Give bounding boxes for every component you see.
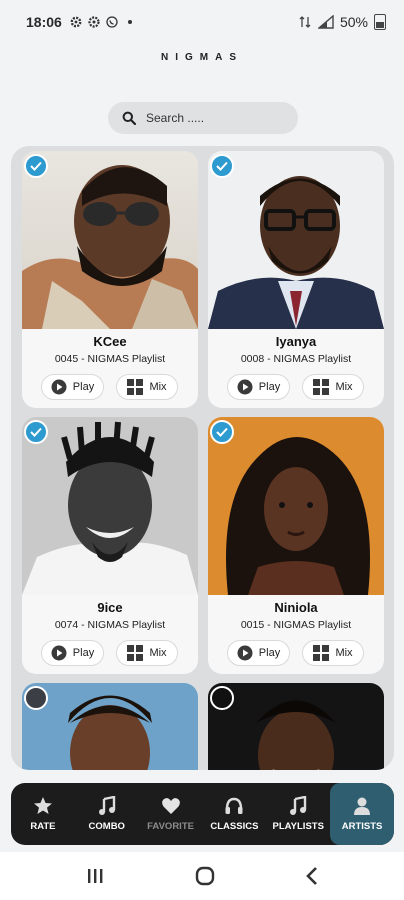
tab-playlists[interactable]: PLAYLISTS [266,783,330,845]
heart-icon [161,798,180,814]
mix-button[interactable]: Mix [302,374,364,400]
tab-label: CLASSICS [210,821,259,832]
grid-icon [127,379,144,395]
tab-favorite[interactable]: FAVORITE [139,783,203,845]
play-label: Play [258,381,281,393]
signal-icon [317,15,334,29]
search-bar[interactable] [108,102,298,134]
mix-label: Mix [149,647,167,659]
grid-icon [313,645,330,661]
selected-check-icon[interactable] [24,420,48,444]
tab-label: ARTISTS [341,821,383,832]
artist-name: Iyanya [275,334,317,349]
play-button[interactable]: Play [227,374,290,400]
battery-icon [374,14,386,30]
artist-photo [208,417,384,595]
artist-playlist: 0045 - NIGMAS Playlist [54,353,166,365]
artist-playlist: 0015 - NIGMAS Playlist [240,619,352,631]
music-note-icon [290,796,307,815]
artist-playlist: 0008 - NIGMAS Playlist [240,353,352,365]
artist-name: Niniola [274,600,318,615]
mix-label: Mix [149,381,167,393]
music-note-icon [98,796,115,815]
mix-button[interactable]: Mix [116,374,178,400]
search-icon [122,111,136,125]
battery-percent: 50% [339,14,368,30]
app-title: NIGMAS [161,52,243,63]
artist-photo [208,683,384,770]
artist-card-iyanya[interactable]: Iyanya 0008 - NIGMAS Playlist Play Mix [208,151,384,408]
play-icon [51,645,67,661]
grid-icon [313,379,330,395]
play-label: Play [258,647,281,659]
selected-check-icon[interactable] [24,154,48,178]
system-nav-bar [0,852,404,900]
artist-card-9ice[interactable]: 9ice 0074 - NIGMAS Playlist Play Mix [22,417,198,674]
status-bar: 18:06 50% [0,0,404,44]
artist-card-partial[interactable] [208,683,384,770]
artist-card-kcee[interactable]: KCee 0045 - NIGMAS Playlist Play Mix [22,151,198,408]
artist-photo [22,417,198,595]
tab-rate[interactable]: RATE [11,783,75,845]
mix-label: Mix [335,647,353,659]
status-time: 18:06 [26,14,62,30]
play-icon [237,645,253,661]
home-icon[interactable] [194,865,216,887]
tab-artists[interactable]: ARTISTS [330,783,394,845]
notification-dot-icon [127,20,132,24]
star-icon [33,797,52,814]
play-button[interactable]: Play [41,640,104,666]
tab-combo[interactable]: COMBO [75,783,139,845]
whatsapp-icon [106,16,118,28]
tab-label: COMBO [88,821,125,832]
mix-label: Mix [335,381,353,393]
search-input[interactable] [146,111,286,125]
play-icon [237,379,253,395]
artist-playlist: 0074 - NIGMAS Playlist [54,619,166,631]
artist-photo [22,683,198,770]
selected-check-icon[interactable] [210,420,234,444]
tab-label: PLAYLISTS [272,821,324,832]
unselected-check-icon[interactable] [210,686,234,710]
settings-icon [88,16,100,28]
mix-button[interactable]: Mix [302,640,364,666]
gear-icon [70,16,82,28]
recent-apps-icon[interactable] [85,867,105,885]
artist-card-niniola[interactable]: Niniola 0015 - NIGMAS Playlist Play Mix [208,417,384,674]
tab-classics[interactable]: CLASSICS [202,783,266,845]
artist-name: 9ice [97,600,123,615]
mix-button[interactable]: Mix [116,640,178,666]
play-button[interactable]: Play [227,640,290,666]
play-icon [51,379,67,395]
artist-name: KCee [93,334,127,349]
artist-photo [22,151,198,329]
data-transfer-icon [299,16,311,28]
play-label: Play [72,647,95,659]
artist-card-partial[interactable] [22,683,198,770]
bottom-nav[interactable]: RATE COMBO FAVORITE CLASSICS PLAYLISTS A… [11,783,394,845]
unselected-check-icon[interactable] [24,686,48,710]
artist-photo [208,151,384,329]
artist-grid[interactable]: KCee 0045 - NIGMAS Playlist Play Mix Iya… [11,146,394,770]
headphones-icon [225,797,243,814]
tab-label: RATE [30,821,56,832]
back-icon[interactable] [305,866,319,886]
play-label: Play [72,381,95,393]
person-icon [354,797,371,815]
grid-icon [127,645,144,661]
selected-check-icon[interactable] [210,154,234,178]
tab-label: FAVORITE [147,821,194,832]
play-button[interactable]: Play [41,374,104,400]
